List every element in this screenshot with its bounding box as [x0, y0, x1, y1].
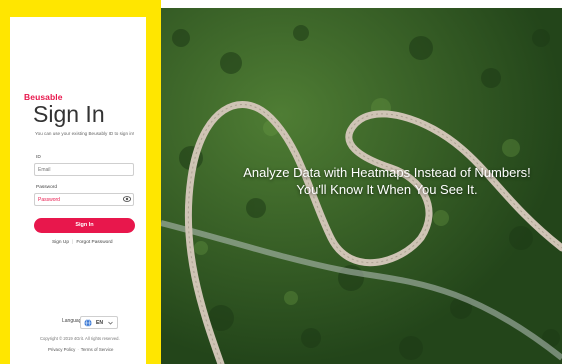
sign-in-button[interactable]: Sign In [34, 218, 135, 233]
legal-divider: · [77, 347, 79, 352]
terms-link[interactable]: Terms of Service [81, 347, 114, 352]
forgot-password-link[interactable]: Forgot Password [76, 240, 112, 245]
hero-headline: Analyze Data with Heatmaps Instead of Nu… [212, 164, 562, 198]
link-divider: | [72, 240, 74, 245]
chevron-down-icon [108, 321, 113, 325]
signin-helper-text: You can use your existing Beusably ID to… [35, 131, 135, 136]
globe-icon [84, 319, 92, 327]
privacy-policy-link[interactable]: Privacy Policy [48, 347, 75, 352]
sign-up-link[interactable]: Sign Up [52, 240, 69, 245]
hero-line-2: You'll Know It When You See It. [296, 182, 478, 197]
id-label: ID [36, 155, 41, 160]
page-title: Sign In [33, 101, 105, 127]
hero-line-1: Analyze Data with Heatmaps Instead of Nu… [243, 165, 531, 180]
copyright-text: Copyright © 2019 4Grit. All rights reser… [40, 336, 120, 341]
legal-links: Privacy Policy · Terms of Service [48, 347, 114, 352]
language-code: EN [96, 320, 103, 326]
email-field[interactable] [34, 163, 134, 176]
auth-links: Sign Up | Forgot Password [52, 240, 113, 245]
signin-panel [10, 17, 146, 364]
language-select[interactable]: EN [80, 316, 118, 329]
password-label: Password [36, 185, 58, 190]
eye-icon[interactable] [123, 196, 131, 202]
password-field[interactable] [34, 193, 134, 206]
